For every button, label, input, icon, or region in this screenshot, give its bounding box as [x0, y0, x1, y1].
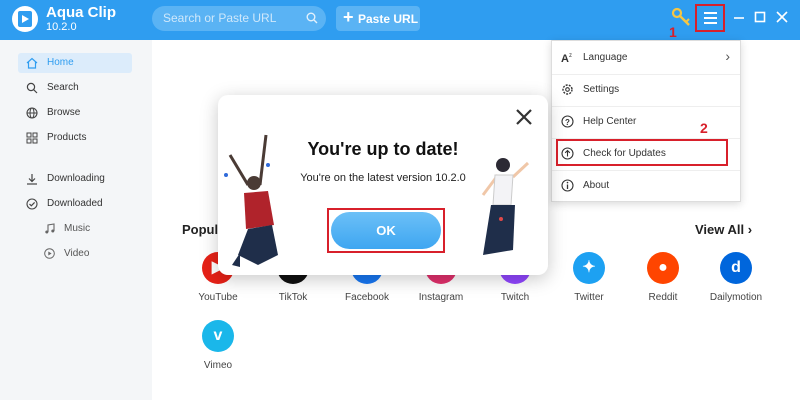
menu-divider [552, 170, 740, 171]
ok-button[interactable]: OK [331, 212, 441, 249]
menu-button[interactable] [695, 4, 725, 32]
view-all-link[interactable]: View All › [695, 222, 752, 237]
site-name: Twitter [574, 292, 604, 303]
music-note-icon [45, 223, 55, 234]
globe-icon [26, 107, 38, 119]
site-name: Reddit [648, 292, 678, 303]
sidebar-item-downloaded[interactable]: Downloaded [18, 194, 132, 214]
search-icon[interactable] [306, 12, 318, 24]
site-name: Instagram [418, 292, 464, 303]
twitter-icon: ✦ [573, 252, 605, 284]
menu-item-language[interactable]: Az Language › [552, 44, 740, 70]
sidebar: Home Search Browse Products Downloading … [0, 40, 152, 400]
sidebar-item-home[interactable]: Home [18, 53, 132, 73]
site-name: Vimeo [203, 360, 233, 371]
sidebar-item-music[interactable]: Music [44, 220, 134, 238]
chevron-right-icon: › [725, 48, 730, 64]
search-input[interactable]: Search or Paste URL [152, 6, 326, 31]
app-name: Aqua Clip [46, 4, 116, 21]
site-dailymotion[interactable]: d Dailymotion [701, 252, 771, 322]
close-window-icon[interactable] [775, 10, 789, 24]
chevron-right-icon: › [747, 222, 753, 237]
dialog-title: You're up to date! [307, 139, 459, 159]
site-name: Facebook [345, 292, 389, 303]
annotation-number: 2 [700, 120, 708, 136]
menu-item-label: Help Center [583, 116, 637, 127]
sidebar-item-label: Downloading [47, 173, 105, 184]
sidebar-item-label: Search [47, 82, 79, 93]
maximize-icon[interactable] [753, 10, 767, 24]
menu-item-label: Language [583, 52, 628, 63]
menu-item-help-center[interactable]: ? Help Center [552, 108, 740, 134]
dailymotion-icon: d [720, 252, 752, 284]
menu-divider [552, 106, 740, 107]
svg-text:z: z [569, 53, 572, 59]
sidebar-item-products[interactable]: Products [18, 128, 132, 148]
check-circle-icon [26, 198, 38, 210]
site-name: Dailymotion [709, 292, 763, 303]
site-name: YouTube [198, 292, 238, 303]
search-placeholder: Search or Paste URL [163, 11, 277, 25]
sidebar-item-downloading[interactable]: Downloading [18, 169, 132, 189]
site-twitter[interactable]: ✦ Twitter [554, 252, 624, 322]
sidebar-item-label: Browse [47, 107, 81, 118]
update-dialog: You're up to date! You're on the latest … [218, 95, 548, 275]
popular-section-title: Popul [182, 222, 219, 237]
sidebar-item-video[interactable]: Video [44, 245, 134, 263]
site-reddit[interactable]: ● Reddit [628, 252, 698, 322]
svg-text:A: A [561, 53, 569, 64]
sidebar-item-search[interactable]: Search [18, 78, 132, 98]
svg-text:?: ? [565, 118, 570, 127]
help-icon: ? [561, 115, 574, 128]
view-all-label: View All [695, 222, 745, 237]
plus-icon: + [343, 7, 354, 27]
app-version: 10.2.0 [46, 21, 77, 33]
play-circle-icon [44, 248, 55, 259]
reddit-icon: ● [647, 252, 679, 284]
sidebar-item-label: Downloaded [47, 198, 103, 209]
site-vimeo[interactable]: v Vimeo [183, 320, 253, 390]
grid-icon [26, 132, 38, 144]
sidebar-item-label: Music [64, 223, 91, 234]
sidebar-item-label: Home [47, 57, 74, 68]
annotation-number: 1 [669, 24, 677, 40]
menu-item-about[interactable]: About [552, 172, 740, 198]
close-icon[interactable] [514, 107, 534, 127]
app-logo-icon [12, 6, 38, 32]
sidebar-item-label: Products [47, 132, 87, 143]
title-bar: Aqua Clip 10.2.0 Search or Paste URL + P… [0, 0, 800, 40]
menu-item-settings[interactable]: Settings [552, 76, 740, 102]
home-icon [26, 57, 38, 69]
paste-url-button[interactable]: + Paste URL [336, 6, 420, 31]
menu-item-label: Settings [583, 84, 620, 95]
minimize-icon[interactable] [732, 10, 746, 24]
menu-divider [552, 74, 740, 75]
sidebar-item-label: Video [64, 248, 90, 259]
dialog-message: You're on the latest version 10.2.0 [300, 172, 466, 184]
info-icon [561, 179, 574, 192]
site-name: TikTok [278, 292, 308, 303]
language-icon: Az [561, 53, 572, 64]
vimeo-icon: v [202, 320, 234, 352]
search-icon [26, 82, 38, 94]
sidebar-item-browse[interactable]: Browse [18, 103, 132, 123]
main-menu-dropdown: Az Language › Settings ? Help Center Che… [551, 40, 741, 202]
gear-icon [562, 84, 573, 95]
paste-url-label: Paste URL [358, 12, 419, 26]
highlight-box [556, 139, 728, 166]
menu-item-label: About [583, 180, 610, 191]
download-icon [27, 174, 37, 185]
site-name: Twitch [500, 292, 530, 303]
